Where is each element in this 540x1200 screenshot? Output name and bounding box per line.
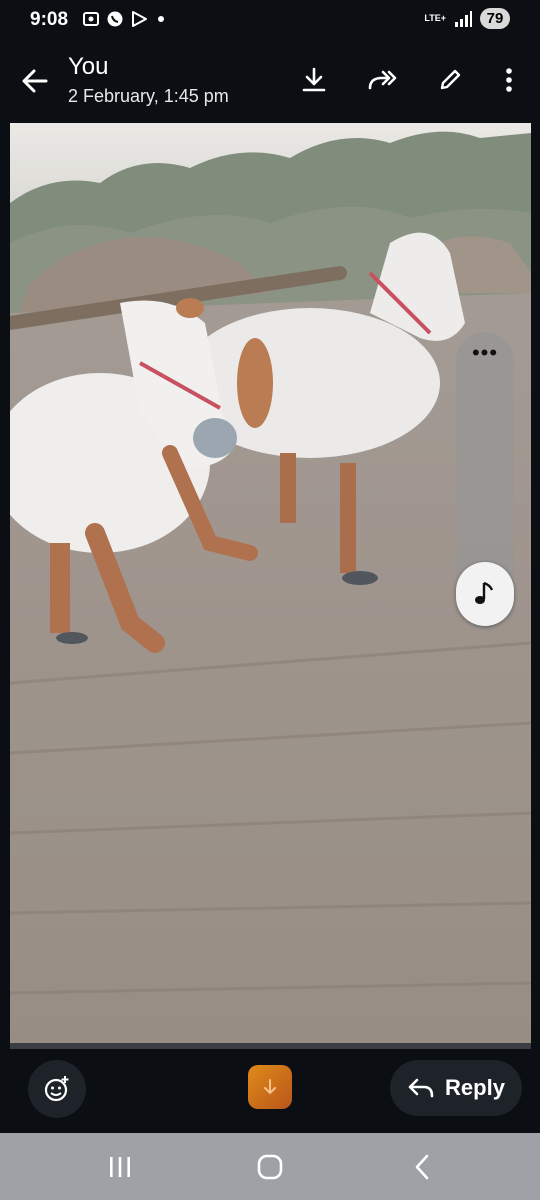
download-button[interactable] [296,62,332,98]
back-icon [415,1154,429,1180]
status-right: LTE+ 79 [424,8,510,29]
reply-icon [408,1078,434,1098]
home-button[interactable] [250,1149,290,1185]
download-icon [302,67,326,92]
recent-apps-icon [110,1157,130,1177]
sender-name: You [68,53,109,80]
battery-level: 79 [480,8,510,29]
reply-label: Reply [445,1075,505,1100]
react-emoji-button[interactable] [28,1060,86,1118]
media-progress-strip [10,1043,531,1049]
signal-icon [455,10,472,27]
whatsapp-icon [107,11,123,27]
screenshot-icon [83,12,99,26]
more-vert-icon [506,68,512,92]
arrow-back-icon [22,69,48,93]
status-time: 9:08 [30,9,69,30]
download-media-button[interactable] [248,1065,292,1109]
emoji-add-icon [44,1076,69,1102]
edit-button[interactable] [432,62,468,98]
status-bar: 9:08 LTE+ 79 [0,0,540,40]
home-icon [257,1154,283,1180]
more-horiz-icon[interactable]: ••• [456,342,514,364]
back-nav-button[interactable] [402,1149,442,1185]
back-button[interactable] [18,64,52,98]
recent-apps-button[interactable] [100,1149,140,1185]
viewer-header: You 2 February, 1:45 pm [0,40,540,122]
notification-dot-icon [158,16,164,22]
bottom-action-bar: Reply [0,1050,540,1132]
music-note-icon [475,581,494,604]
play-store-icon [132,11,147,27]
status-notification-icons [82,10,164,28]
music-button[interactable] [456,562,514,626]
forward-button[interactable] [364,62,400,98]
edit-icon [440,69,461,90]
system-nav-bar [0,1133,540,1200]
message-timestamp: 2 February, 1:45 pm [68,86,229,106]
reply-button[interactable]: Reply [390,1060,522,1116]
bullocks-photo [10,123,531,1043]
more-options-button[interactable] [491,62,527,98]
arrow-down-icon [264,1079,276,1095]
network-type: LTE+ [424,13,446,23]
forward-icon [368,70,397,90]
media-image[interactable] [10,123,531,1043]
